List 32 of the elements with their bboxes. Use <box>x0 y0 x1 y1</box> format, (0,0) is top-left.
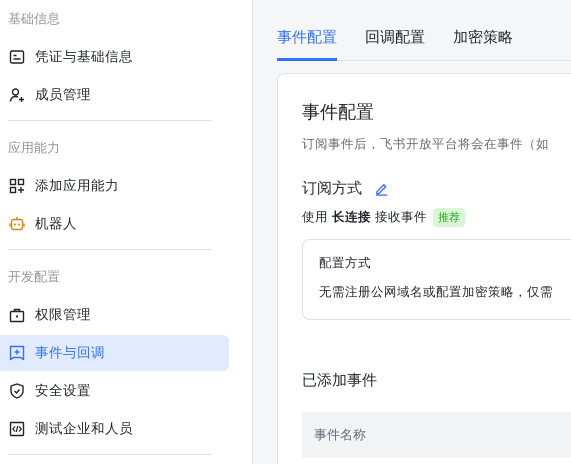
sidebar-item[interactable]: 成员管理 <box>0 77 229 113</box>
robot-icon <box>9 216 25 232</box>
bookmark-add-icon <box>9 345 25 361</box>
tab[interactable]: 事件配置 <box>277 25 337 61</box>
section-heading: 开发配置 <box>7 269 61 287</box>
section-heading: 基础信息 <box>7 11 61 29</box>
column-header: 事件名称 <box>314 428 366 443</box>
briefcase-lock-icon <box>9 307 25 323</box>
edit-icon[interactable] <box>374 181 389 196</box>
sidebar-item[interactable]: 安全设置 <box>0 373 229 409</box>
section-title: 订阅方式 <box>302 179 362 198</box>
method-text: 使用 长连接 接收事件 <box>302 209 427 226</box>
sidebar-item[interactable]: 测试企业和人员 <box>0 411 229 447</box>
sidebar-item[interactable]: 事件与回调 <box>0 335 229 371</box>
code-icon <box>9 421 25 437</box>
section-title: 已添加事件 <box>302 371 378 390</box>
recommend-tag: 推荐 <box>432 208 465 227</box>
tab[interactable]: 加密策略 <box>453 25 513 61</box>
sidebar-item[interactable]: 凭证与基础信息 <box>0 39 229 75</box>
card-icon <box>9 49 25 65</box>
panel-text: 无需注册公网域名或配置加密策略，仅需 <box>319 284 554 301</box>
sidebar-item[interactable]: 添加应用能力 <box>0 168 229 204</box>
grid-add-icon <box>9 178 25 194</box>
user-add-icon <box>9 87 25 103</box>
shield-check-icon <box>9 383 25 399</box>
tab[interactable]: 回调配置 <box>365 25 425 61</box>
sidebar-item[interactable]: 权限管理 <box>0 297 229 333</box>
sidebar-item[interactable]: 机器人 <box>0 206 229 242</box>
description-text: 订阅事件后，飞书开放平台将会在事件（如 <box>302 136 550 153</box>
card-title: 事件配置 <box>302 101 375 125</box>
panel-title: 配置方式 <box>319 255 372 272</box>
section-heading: 应用能力 <box>7 140 61 158</box>
